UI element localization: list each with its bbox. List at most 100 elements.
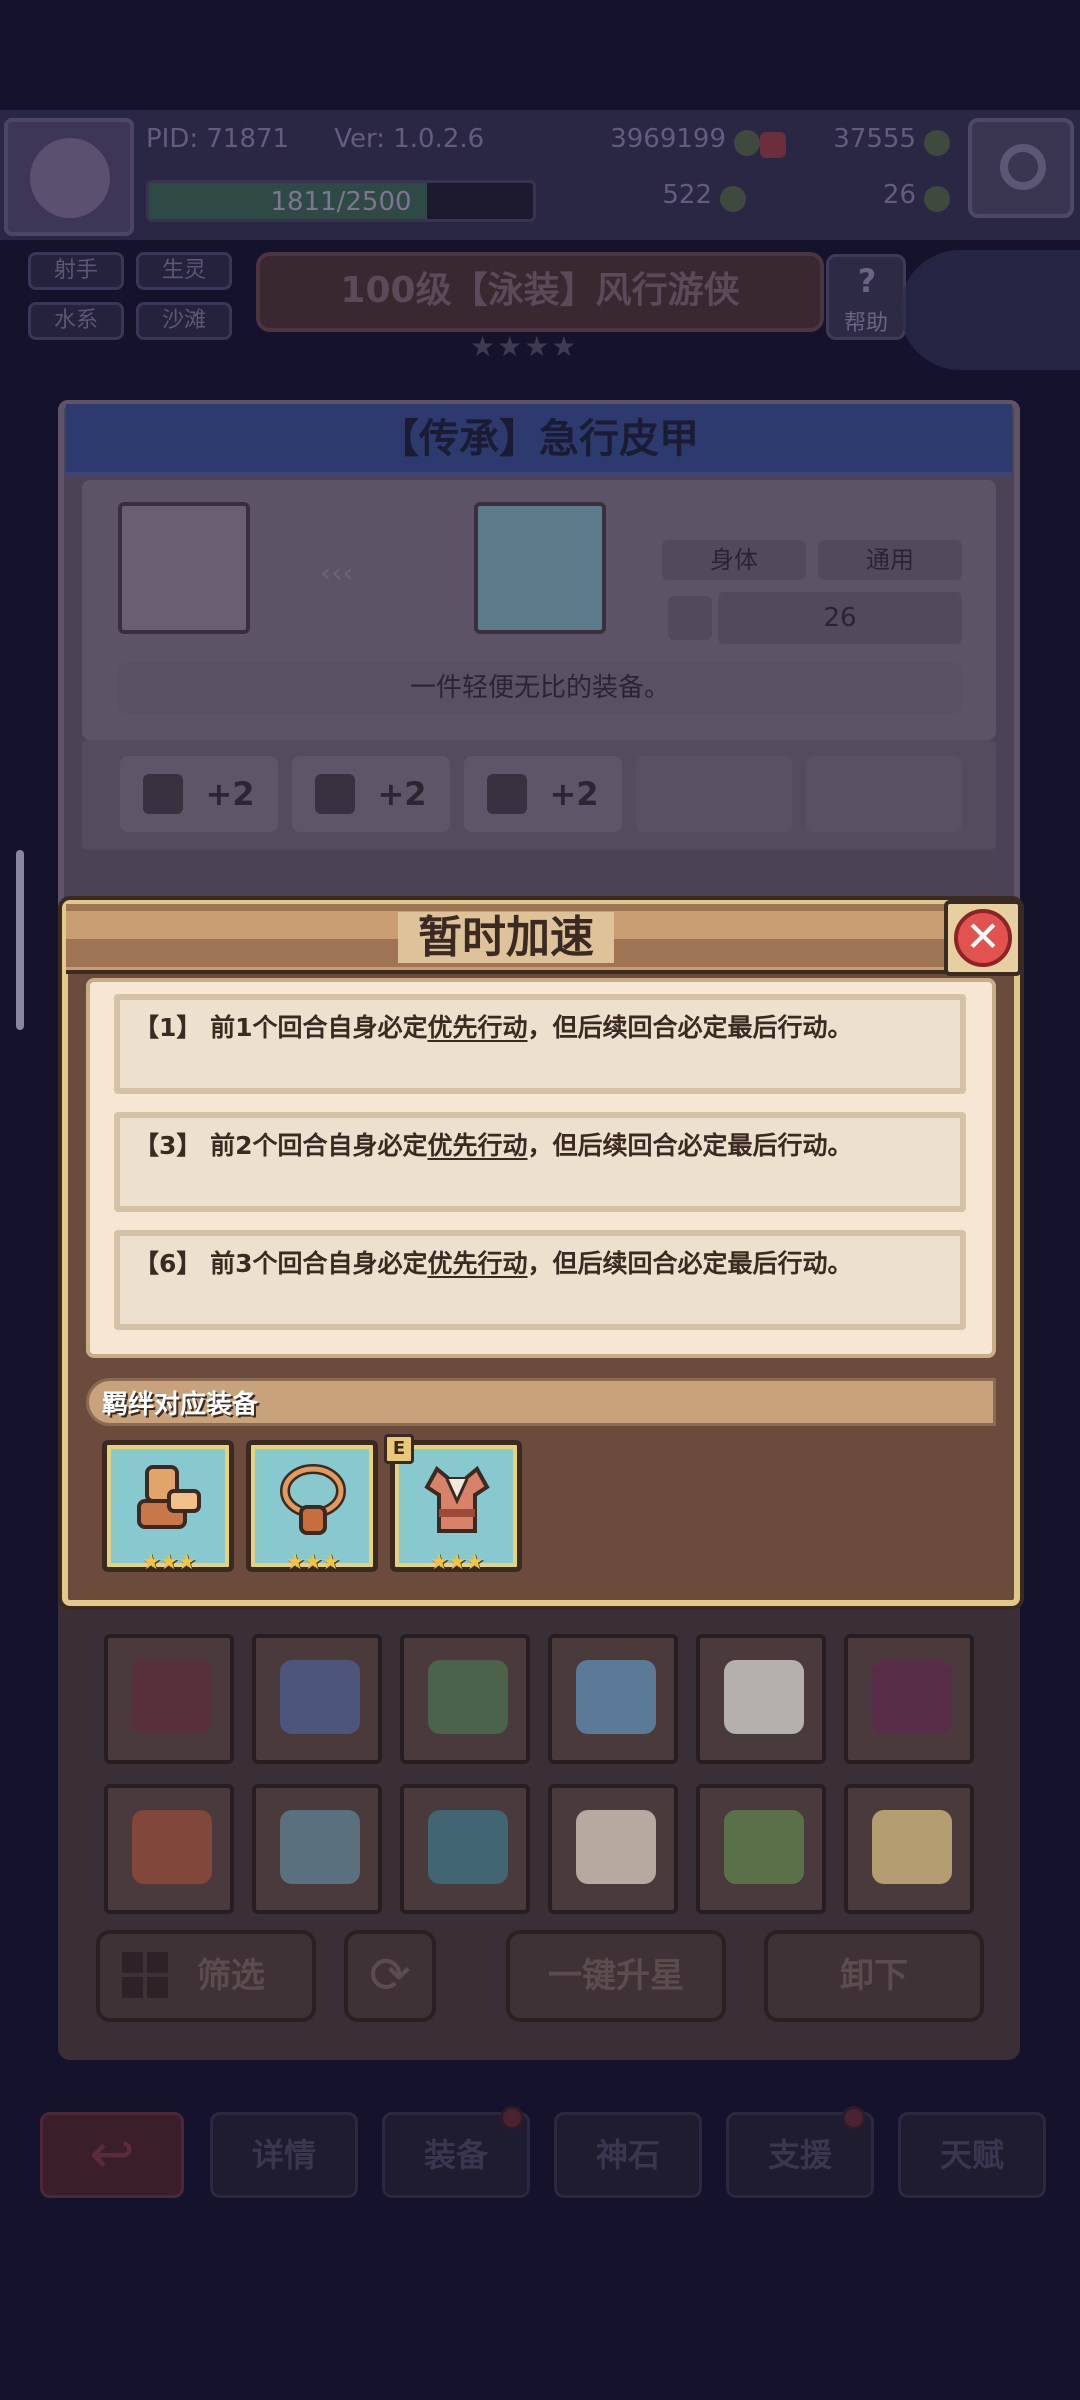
effect-suffix: ，但后续回合必定最后行动。 xyxy=(527,1249,853,1278)
boots-icon xyxy=(137,1465,201,1529)
armor-icon xyxy=(424,1465,490,1533)
bonus-boot: +2 xyxy=(120,756,278,832)
item-stars: ★★★ xyxy=(429,1550,484,1575)
scroll-indicator xyxy=(16,850,24,1030)
tab-talent[interactable]: 天赋 xyxy=(898,2112,1046,2198)
armor-icon xyxy=(576,1810,656,1884)
effect-prefix: 【6】 前3个回合自身必定 xyxy=(134,1249,428,1278)
armor-icon xyxy=(724,1810,804,1884)
inventory-item[interactable] xyxy=(548,1634,678,1764)
gold-value: 3969199 xyxy=(610,124,726,154)
item-stars: ★★★ xyxy=(285,1550,340,1575)
armor-icon xyxy=(428,1810,508,1884)
inventory-item[interactable] xyxy=(696,1784,826,1914)
armor-icon xyxy=(576,1660,656,1734)
character-stars: ★★★★ xyxy=(470,330,579,363)
effect-text: 【1】 前1个回合自身必定优先行动，但后续回合必定最后行动。 xyxy=(134,1008,853,1044)
level-icon xyxy=(668,596,712,640)
effect-keyword-link[interactable]: 优先行动 xyxy=(428,1013,528,1042)
bond-item-amulet[interactable]: ★★★ xyxy=(246,1440,378,1575)
res-b-value: 26 xyxy=(882,180,916,210)
question-icon: ? xyxy=(857,262,877,300)
hero-portrait[interactable] xyxy=(118,502,250,634)
back-button[interactable]: ↩ xyxy=(40,2112,184,2198)
armor-icon xyxy=(132,1660,212,1734)
inventory-item[interactable] xyxy=(104,1784,234,1914)
bonus-empty-slot xyxy=(636,756,792,832)
upgrade-all-button[interactable]: 一键升星 xyxy=(506,1930,726,2022)
armor-icon xyxy=(428,1660,508,1734)
help-button[interactable]: ? 帮助 xyxy=(826,254,906,340)
coin-icon xyxy=(924,129,950,156)
equipment-description: 一件轻便无比的装备。 xyxy=(118,662,962,714)
close-icon: ✕ xyxy=(954,909,1012,967)
avatar-face xyxy=(30,138,110,218)
inventory-item[interactable] xyxy=(252,1784,382,1914)
armor-icon xyxy=(132,1810,212,1884)
armor-icon xyxy=(280,1660,360,1734)
tag-class: 射手 xyxy=(28,252,124,290)
armor-icon xyxy=(280,1810,360,1884)
res-a-counter: 522 xyxy=(546,180,746,224)
boot-icon xyxy=(143,774,184,814)
inventory-item[interactable] xyxy=(844,1634,974,1764)
inventory-item[interactable] xyxy=(844,1784,974,1914)
dialog-title-text: 暂时加速 xyxy=(398,912,614,963)
arrow-icon: ‹‹‹ xyxy=(320,556,354,589)
effect-tier-6: 【6】 前3个回合自身必定优先行动，但后续回合必定最后行动。 xyxy=(114,1230,966,1330)
equipment-icon xyxy=(474,502,606,634)
equipment-title: 【传承】急行皮甲 xyxy=(66,404,1012,476)
effect-prefix: 【3】 前2个回合自身必定 xyxy=(134,1131,428,1160)
inventory-item[interactable] xyxy=(548,1784,678,1914)
character-name: 100级【泳装】风行游侠 xyxy=(256,252,824,332)
inventory-item[interactable] xyxy=(252,1634,382,1764)
gear-icon xyxy=(1000,144,1046,190)
effect-tier-1: 【1】 前1个回合自身必定优先行动，但后续回合必定最后行动。 xyxy=(114,994,966,1094)
bonus-shield: +2 xyxy=(464,756,622,832)
notification-dot xyxy=(842,2106,866,2130)
gems-counter: 37555 xyxy=(800,124,950,168)
inventory-item[interactable] xyxy=(400,1634,530,1764)
armor-icon xyxy=(872,1810,952,1884)
dialog-title: 暂时加速 xyxy=(66,904,946,974)
filter-button[interactable]: 筛选 xyxy=(96,1930,316,2022)
refresh-button[interactable]: ⟳ xyxy=(344,1930,436,2022)
version-text: Ver: 1.0.2.6 xyxy=(334,124,485,154)
unequip-button[interactable]: 卸下 xyxy=(764,1930,984,2022)
effect-keyword-link[interactable]: 优先行动 xyxy=(428,1249,528,1278)
effect-keyword-link[interactable]: 优先行动 xyxy=(428,1131,528,1160)
player-avatar[interactable] xyxy=(4,118,134,236)
tab-details[interactable]: 详情 xyxy=(210,2112,358,2198)
inventory-item[interactable] xyxy=(104,1634,234,1764)
equipment-level: 26 xyxy=(718,592,962,644)
effect-suffix: ，但后续回合必定最后行动。 xyxy=(527,1013,853,1042)
filter-label: 筛选 xyxy=(197,1956,265,1996)
coin-icon xyxy=(924,185,950,212)
stone-icon xyxy=(315,774,356,814)
back-arrow-icon: ↩ xyxy=(89,2122,135,2185)
bonus-stone: +2 xyxy=(292,756,450,832)
inventory-item[interactable] xyxy=(400,1784,530,1914)
settings-button[interactable] xyxy=(968,118,1074,218)
refresh-icon: ⟳ xyxy=(369,1946,411,2004)
equipped-badge: E xyxy=(384,1434,414,1464)
res-b-counter: 26 xyxy=(760,180,950,224)
gem-icon xyxy=(760,132,786,158)
gems-value: 37555 xyxy=(833,124,916,154)
bond-item-boots[interactable]: ★★★ xyxy=(102,1440,234,1575)
grid-icon xyxy=(122,1952,168,1998)
xp-text: 1811/2500 xyxy=(270,187,412,217)
pid-text: PID: 71871 xyxy=(146,124,290,154)
effect-text: 【3】 前2个回合自身必定优先行动，但后续回合必定最后行动。 xyxy=(134,1126,853,1162)
bonus-value: +2 xyxy=(377,775,427,813)
notification-dot xyxy=(500,2106,524,2130)
close-button[interactable]: ✕ xyxy=(944,900,1022,976)
effect-tier-3: 【3】 前2个回合自身必定优先行动，但后续回合必定最后行动。 xyxy=(114,1112,966,1212)
effect-prefix: 【1】 前1个回合自身必定 xyxy=(134,1013,428,1042)
bonus-value: +2 xyxy=(549,775,599,813)
inventory-item[interactable] xyxy=(696,1634,826,1764)
xp-bar: 1811/2500 xyxy=(146,180,536,222)
help-label: 帮助 xyxy=(843,311,888,336)
bonus-value: +2 xyxy=(205,775,255,813)
tab-godstone[interactable]: 神石 xyxy=(554,2112,702,2198)
